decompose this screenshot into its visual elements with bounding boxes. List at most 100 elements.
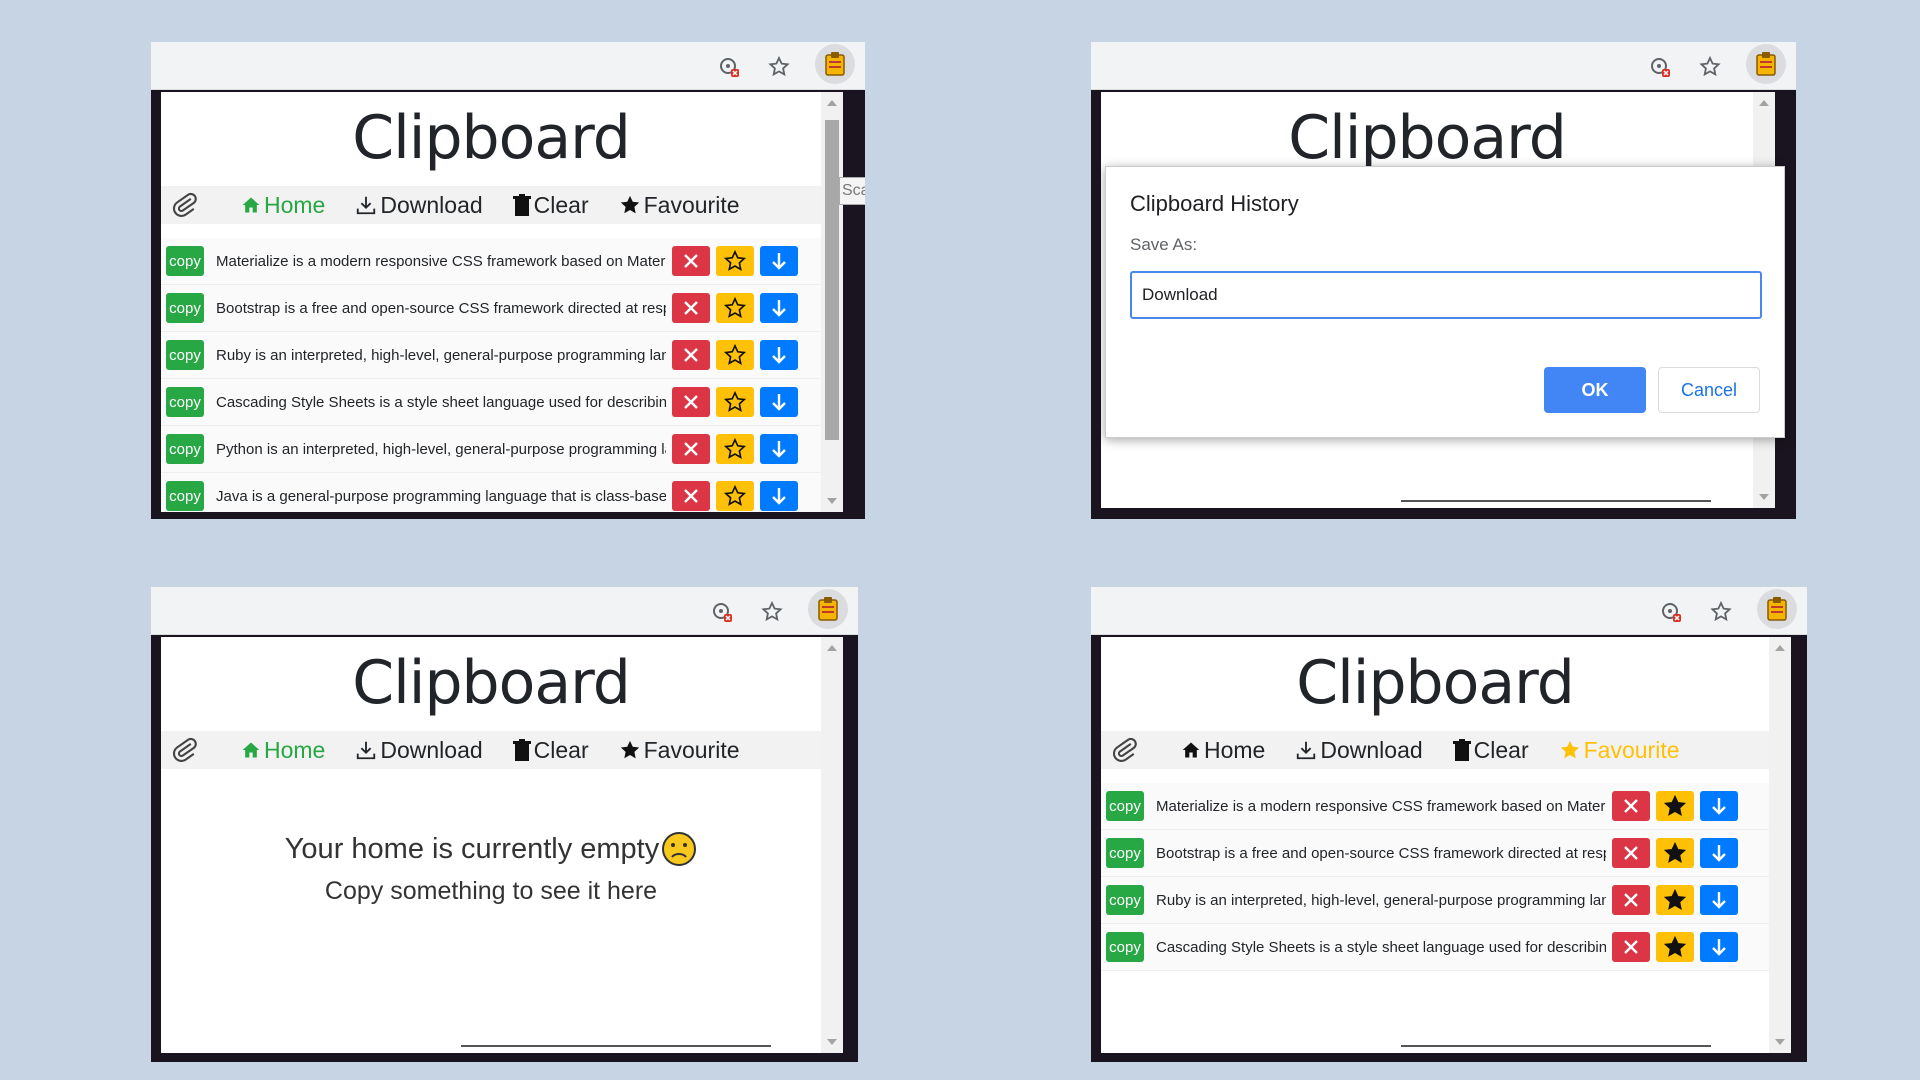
nav-clear[interactable]: Clear	[512, 737, 589, 764]
favourite-button[interactable]	[716, 246, 754, 276]
favourite-button[interactable]	[716, 481, 754, 511]
close-icon	[1624, 799, 1638, 813]
delete-button[interactable]	[672, 246, 710, 276]
download-icon	[357, 741, 376, 760]
favourite-button[interactable]	[1656, 791, 1694, 821]
scrollbar[interactable]	[821, 92, 843, 512]
scroll-down-arrow[interactable]	[827, 498, 837, 504]
delete-button[interactable]	[672, 293, 710, 323]
download-button[interactable]	[760, 340, 798, 370]
favourite-button[interactable]	[716, 434, 754, 464]
nav-home[interactable]: Home	[1181, 737, 1265, 764]
download-button[interactable]	[760, 481, 798, 511]
scroll-down-arrow[interactable]	[1775, 1039, 1785, 1045]
favourite-button[interactable]	[1656, 932, 1694, 962]
delete-button[interactable]	[672, 434, 710, 464]
clip-text: Ruby is an interpreted, high-level, gene…	[216, 346, 666, 364]
scroll-up-arrow[interactable]	[827, 100, 837, 106]
favourite-button[interactable]	[716, 340, 754, 370]
download-button[interactable]	[1700, 885, 1738, 915]
list-item: copy Bootstrap is a free and open-source …	[1101, 830, 1769, 877]
app-title: Clipboard	[352, 103, 631, 173]
download-button[interactable]	[760, 387, 798, 417]
bookmark-star-icon[interactable]	[1696, 53, 1724, 81]
browser-toolbar	[151, 42, 865, 90]
clipboard-extension-icon[interactable]	[1746, 44, 1786, 84]
list-item: copy Ruby is an interpreted, high-level, …	[161, 332, 821, 379]
delete-button[interactable]	[672, 481, 710, 511]
clipboard-extension-icon[interactable]	[815, 44, 855, 84]
star-icon	[724, 250, 746, 271]
dialog-heading: Clipboard History	[1130, 191, 1299, 216]
nav-clear[interactable]: Clear	[512, 192, 589, 219]
favourite-button[interactable]	[1656, 838, 1694, 868]
delete-button[interactable]	[1612, 838, 1650, 868]
nav-download[interactable]: Download	[355, 192, 483, 219]
scroll-up-arrow[interactable]	[1759, 100, 1769, 106]
ok-button[interactable]: OK	[1544, 367, 1646, 413]
delete-button[interactable]	[1612, 932, 1650, 962]
clip-text: Bootstrap is a free and open-source CSS …	[216, 299, 666, 317]
scroll-up-arrow[interactable]	[827, 645, 837, 651]
copy-button[interactable]: copy	[166, 340, 204, 370]
star-icon	[620, 740, 639, 759]
nav-home[interactable]: Home	[241, 192, 325, 219]
save-as-label: Save As:	[1130, 235, 1198, 254]
list-item: copy Java is a general-purpose programmin…	[161, 473, 821, 512]
copy-button[interactable]: copy	[166, 387, 204, 417]
scroll-down-arrow[interactable]	[1759, 494, 1769, 500]
nav-favourite[interactable]: Favourite	[619, 192, 740, 219]
filename-input[interactable]	[1130, 271, 1762, 319]
favourite-button[interactable]	[716, 387, 754, 417]
download-button[interactable]	[1700, 838, 1738, 868]
delete-button[interactable]	[1612, 885, 1650, 915]
clipboard-extension-icon[interactable]	[808, 589, 848, 629]
location-blocked-icon[interactable]	[1657, 598, 1685, 626]
clipboard-extension-icon[interactable]	[1757, 589, 1797, 629]
trash-icon	[1452, 739, 1471, 761]
cancel-button[interactable]: Cancel	[1658, 367, 1760, 413]
bookmark-star-icon[interactable]	[758, 598, 786, 626]
location-blocked-icon[interactable]	[708, 598, 736, 626]
extension-popup: Clipboard Home Download Clear Favourite …	[161, 92, 843, 512]
download-button[interactable]	[760, 434, 798, 464]
location-blocked-icon[interactable]	[715, 53, 743, 81]
scroll-thumb[interactable]	[825, 120, 839, 440]
empty-state: Your home is currently empty Copy someth…	[161, 831, 821, 906]
copy-button[interactable]: copy	[1106, 885, 1144, 915]
copy-button[interactable]: copy	[166, 434, 204, 464]
download-button[interactable]	[1700, 932, 1738, 962]
download-button[interactable]	[760, 246, 798, 276]
bookmark-star-icon[interactable]	[1707, 598, 1735, 626]
nav-download[interactable]: Download	[355, 737, 483, 764]
favourite-button[interactable]	[1656, 885, 1694, 915]
scrollbar[interactable]	[1769, 637, 1791, 1053]
scroll-up-arrow[interactable]	[1775, 645, 1785, 651]
favourite-button[interactable]	[716, 293, 754, 323]
delete-button[interactable]	[672, 340, 710, 370]
copy-button[interactable]: copy	[166, 246, 204, 276]
download-button[interactable]	[1700, 791, 1738, 821]
copy-button[interactable]: copy	[166, 481, 204, 511]
nav-favourite[interactable]: Favourite	[619, 737, 740, 764]
delete-button[interactable]	[1612, 791, 1650, 821]
location-blocked-icon[interactable]	[1646, 53, 1674, 81]
bookmark-star-icon[interactable]	[765, 53, 793, 81]
copy-button[interactable]: copy	[1106, 791, 1144, 821]
trash-icon	[512, 194, 531, 216]
copy-button[interactable]: copy	[166, 293, 204, 323]
copy-button[interactable]: copy	[1106, 932, 1144, 962]
arrow-down-icon	[772, 347, 786, 364]
copy-button[interactable]: copy	[1106, 838, 1144, 868]
delete-button[interactable]	[672, 387, 710, 417]
scroll-down-arrow[interactable]	[827, 1039, 837, 1045]
nav-clear[interactable]: Clear	[1452, 737, 1529, 764]
download-icon	[357, 196, 376, 215]
download-button[interactable]	[760, 293, 798, 323]
close-icon	[684, 442, 698, 456]
nav-favourite[interactable]: Favourite	[1559, 737, 1680, 764]
star-icon	[1560, 740, 1579, 759]
nav-home[interactable]: Home	[241, 737, 325, 764]
scrollbar[interactable]	[821, 637, 843, 1053]
nav-download[interactable]: Download	[1295, 737, 1423, 764]
